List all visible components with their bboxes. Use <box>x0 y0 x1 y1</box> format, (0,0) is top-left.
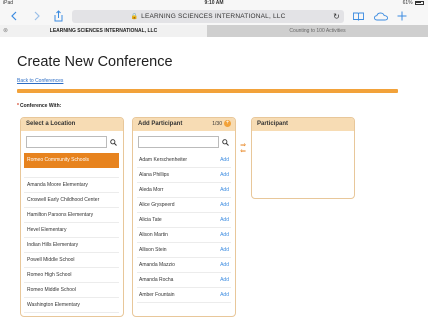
conference-with-text: Conference With: <box>19 103 62 109</box>
battery-indicator: 61% <box>403 0 424 7</box>
list-item[interactable]: Amanda Moore Elementary <box>24 178 119 193</box>
transfer-arrows-icon[interactable]: ⇒ ⇐ <box>239 142 247 155</box>
participant-name: Amber Fountain <box>139 292 175 298</box>
participant-row: Amber Fountain Add <box>137 288 231 303</box>
list-item[interactable]: Hevel Elementary <box>24 223 119 238</box>
panel-header: Select a Location <box>21 118 123 131</box>
participant-row: Aleda Morr Add <box>137 183 231 198</box>
participant-name: Alice Gryspeerd <box>139 202 175 208</box>
participant-row: Allison Stein Add <box>137 243 231 258</box>
arrow-left-icon[interactable]: ⇐ <box>239 148 247 155</box>
participant-count: 1/30 + <box>212 118 231 131</box>
tab-learning-sciences[interactable]: ⊗ LEARNING SCIENCES INTERNATIONAL, LLC <box>0 25 207 37</box>
list-item[interactable]: Powell Middle School <box>24 253 119 268</box>
tab-label: Counting to 100 Activities <box>289 28 346 34</box>
add-button[interactable]: Add <box>220 213 229 228</box>
list-item[interactable]: Romeo Middle School <box>24 283 119 298</box>
count-text: 1/30 <box>212 121 222 127</box>
clock: 9:10 AM <box>204 0 224 6</box>
add-button[interactable]: Add <box>220 168 229 183</box>
battery-icon <box>415 0 424 5</box>
panel-header: Add Participant 1/30 + <box>133 118 235 131</box>
panel-header: Participant <box>252 118 354 131</box>
divider <box>17 89 398 93</box>
location-item-selected[interactable]: Romeo Community Schools <box>24 153 119 168</box>
new-tab-icon[interactable] <box>396 9 407 23</box>
participant-search <box>138 136 231 148</box>
participant-search-input[interactable] <box>138 136 219 148</box>
address-bar[interactable]: 🔒 LEARNING SCIENCES INTERNATIONAL, LLC ↻ <box>72 10 344 23</box>
participant-row: Amanda Rocha Add <box>137 273 231 288</box>
participant-row: Alice Gryspeerd Add <box>137 198 231 213</box>
tab-label: LEARNING SCIENCES INTERNATIONAL, LLC <box>49 28 158 34</box>
required-marker: * <box>17 103 19 109</box>
add-button[interactable]: Add <box>220 198 229 213</box>
browser-tabs: ⊗ LEARNING SCIENCES INTERNATIONAL, LLC C… <box>0 25 428 37</box>
participant-row: Adam Kerschenheiter Add <box>137 153 231 168</box>
list-item[interactable]: Hamilton Parsons Elementary <box>24 208 119 223</box>
list-item[interactable]: Indian Hills Elementary <box>24 238 119 253</box>
add-button[interactable]: Add <box>220 258 229 273</box>
page-title: Create New Conference <box>17 54 173 70</box>
participant-name: Amanda Rocha <box>139 277 174 283</box>
participant-row: Alison Martin Add <box>137 228 231 243</box>
cloud-tabs-icon[interactable] <box>373 9 388 23</box>
share-icon[interactable] <box>53 9 63 23</box>
location-search-input[interactable] <box>26 136 107 148</box>
reload-icon[interactable]: ↻ <box>333 10 340 23</box>
lock-icon: 🔒 <box>130 14 139 20</box>
participant-row: Alana Phillips Add <box>137 168 231 183</box>
panel-title: Add Participant <box>138 121 183 127</box>
battery-percent: 61% <box>402 0 413 6</box>
back-arrow-icon[interactable] <box>9 9 19 23</box>
participant-panel: Participant <box>251 117 355 199</box>
add-button[interactable]: Add <box>220 183 229 198</box>
location-search <box>26 136 119 148</box>
participant-name: Adam Kerschenheiter <box>139 157 188 163</box>
participant-name: Alison Martin <box>139 232 168 238</box>
participant-name: Amanda Mazzio <box>139 262 175 268</box>
add-circle-icon[interactable]: + <box>224 120 231 128</box>
participant-row: Amanda Mazzio Add <box>137 258 231 273</box>
back-to-conferences-link[interactable]: Back to Conferences <box>17 78 63 84</box>
bookmarks-icon[interactable] <box>352 9 364 23</box>
add-button[interactable]: Add <box>220 288 229 303</box>
participant-name: Alana Phillips <box>139 172 170 178</box>
forward-arrow-icon[interactable] <box>32 9 42 23</box>
list-item[interactable]: Romeo High School <box>24 268 119 283</box>
list-item[interactable]: Croswell Early Childhood Center <box>24 193 119 208</box>
list-spacer <box>24 168 119 178</box>
add-button[interactable]: Add <box>220 243 229 258</box>
add-participant-panel: Add Participant 1/30 + Adam Kerschenheite… <box>132 117 236 317</box>
add-button[interactable]: Add <box>220 273 229 288</box>
add-button[interactable]: Add <box>220 153 229 168</box>
search-icon[interactable] <box>107 136 119 148</box>
tab-counting-activities[interactable]: Counting to 100 Activities <box>207 25 428 37</box>
participant-name: Allison Stein <box>139 247 167 253</box>
browser-toolbar: 🔒 LEARNING SCIENCES INTERNATIONAL, LLC ↻ <box>0 7 428 25</box>
participant-name: Aleda Morr <box>139 187 164 193</box>
add-button[interactable]: Add <box>220 228 229 243</box>
select-location-panel: Select a Location Romeo Community School… <box>20 117 124 317</box>
close-tab-icon[interactable]: ⊗ <box>3 25 8 37</box>
conference-with-label: *Conference With: <box>17 103 61 109</box>
status-bar: iPad 9:10 AM 61% <box>0 0 428 7</box>
participant-row: Alicia Tate Add <box>137 213 231 228</box>
url-text: LEARNING SCIENCES INTERNATIONAL, LLC <box>141 13 286 20</box>
participant-name: Alicia Tate <box>139 217 162 223</box>
search-icon[interactable] <box>219 136 231 148</box>
